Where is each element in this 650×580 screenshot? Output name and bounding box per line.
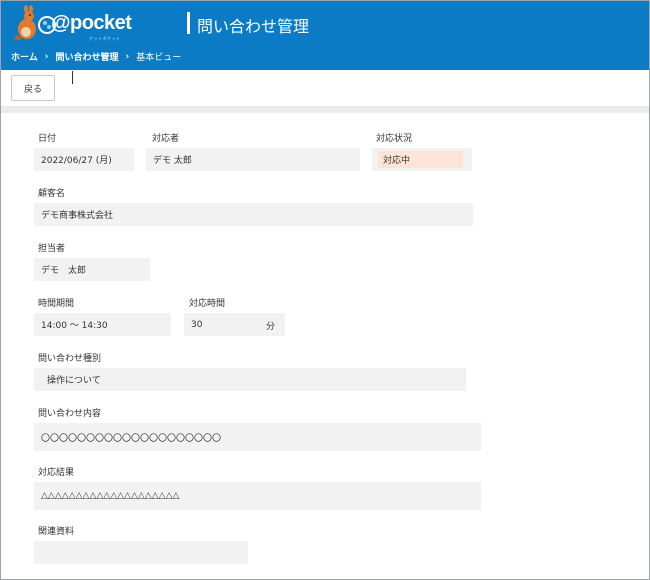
assignee-label: 担当者 (38, 244, 66, 254)
duration-value: 30 (191, 319, 203, 330)
chevron-right-icon: › (125, 51, 130, 62)
date-label: 日付 (38, 134, 57, 144)
breadcrumb: ホーム › 問い合わせ管理 › 基本ビュー (11, 50, 182, 64)
logo-subtext: アットポケット (89, 36, 121, 41)
breadcrumb-inquiry[interactable]: 問い合わせ管理 (55, 50, 118, 63)
time-period-field: 14:00 〜 14:30 (34, 313, 171, 336)
inquiry-content-label: 問い合わせ内容 (38, 409, 102, 419)
status-field: 対応中 (372, 148, 472, 171)
inquiry-type-field: 操作について (34, 368, 466, 391)
customer-field: デモ商事株式会社 (34, 203, 473, 226)
duration-label: 対応時間 (189, 299, 226, 309)
result-field: △△△△△△△△△△△△△△△△△△△△ (34, 482, 481, 510)
app-header: @pocket アットポケット 問い合わせ管理 ホーム › 問い合わせ管理 › … (1, 1, 649, 70)
text-cursor (72, 71, 73, 84)
status-label: 対応状況 (376, 134, 413, 144)
breadcrumb-home[interactable]: ホーム (11, 50, 38, 63)
page-title: 問い合わせ管理 (197, 17, 310, 36)
back-button[interactable]: 戻る (11, 75, 55, 101)
record-detail: 日付 2022/06/27 (月) 対応者 デモ 太郎 対応状況 対応中 顧客名… (6, 113, 644, 576)
title-accent-bar (187, 12, 190, 34)
customer-label: 顧客名 (38, 189, 66, 199)
time-period-label: 時間期間 (38, 299, 75, 309)
attachments-field (34, 541, 248, 564)
inquiry-content-field: 〇〇〇〇〇〇〇〇〇〇〇〇〇〇〇〇〇〇〇〇 (34, 423, 481, 451)
result-label: 対応結果 (38, 468, 75, 478)
toolbar: 戻る (1, 70, 649, 106)
chevron-right-icon: › (44, 51, 49, 62)
assignee-field: デモ 太郎 (34, 258, 150, 281)
status-badge: 対応中 (378, 151, 463, 168)
date-field: 2022/06/27 (月) (34, 148, 134, 171)
inquiry-type-label: 問い合わせ種別 (38, 354, 102, 364)
breadcrumb-current: 基本ビュー (136, 53, 182, 63)
responder-field: デモ 太郎 (146, 148, 360, 171)
logo-text: @pocket (51, 12, 132, 34)
section-divider (1, 106, 649, 113)
duration-unit: 分 (265, 322, 275, 332)
duration-field: 30 分 (184, 313, 285, 336)
responder-label: 対応者 (152, 134, 180, 144)
attachments-label: 関連資料 (38, 527, 75, 537)
